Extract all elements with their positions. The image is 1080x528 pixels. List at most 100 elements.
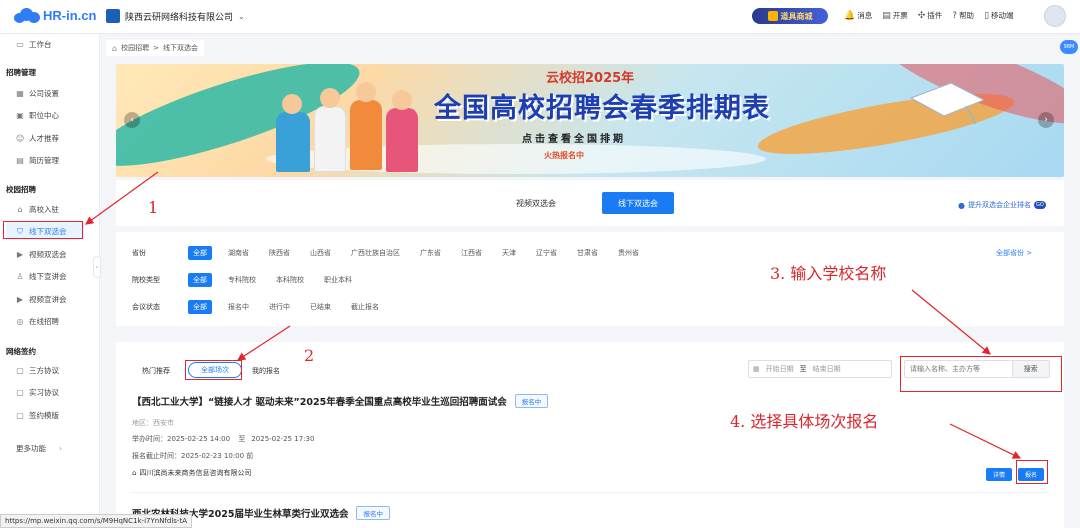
resume-icon: ▤ xyxy=(16,156,24,165)
divider xyxy=(132,492,1048,493)
all-provinces-link[interactable]: 全部省份 > xyxy=(996,248,1032,258)
building-icon: ▦ xyxy=(16,88,24,98)
top-link-3[interactable]: ? 帮助 xyxy=(952,10,974,21)
sidebar-group-campus: 校园招聘 xyxy=(6,185,36,194)
event-organizer: ⌂ 四川滨尚未来商务信息咨询有限公司 xyxy=(132,469,252,477)
school-type-chip-2[interactable]: 本科院校 xyxy=(272,273,308,287)
banner-prev-arrow-icon[interactable]: ‹ xyxy=(124,112,140,128)
province-chip-2[interactable]: 陕西省 xyxy=(265,246,294,260)
annotation-step-4: 4. 选择具体场次报名 xyxy=(730,412,879,431)
filter-panel: 省份 全部 湖南省 陕西省 山西省 广西壮族自治区 广东省 江西省 天津 辽宁省 甘肃省 贵州省 全… xyxy=(116,232,1064,326)
annotation-box-sidebar xyxy=(3,221,83,239)
sidebar-group-sign: 网络签约 xyxy=(6,347,36,356)
top-link-1[interactable]: ▤ 开票 xyxy=(882,10,908,21)
sidebar-group-recruit: 招聘管理 xyxy=(6,68,36,77)
school-type-chip-0[interactable]: 全部 xyxy=(188,273,212,287)
sidebar-item-group1_items-3[interactable]: ▤ 简历管理 xyxy=(16,153,59,169)
banner-title: 全国高校招聘会春季排期表 xyxy=(434,93,770,124)
breadcrumb-home[interactable]: 校园招聘 xyxy=(121,43,149,53)
province-chip-7[interactable]: 天津 xyxy=(498,246,520,260)
tab-video-fair[interactable]: 视频双选会 xyxy=(516,198,556,209)
company-name: 陕西云研网络科技有限公司 xyxy=(125,12,234,23)
province-chip-4[interactable]: 广西壮族自治区 xyxy=(347,246,404,260)
sidebar-item-group2_items-2[interactable]: ▶ 视频双选会 xyxy=(16,246,67,262)
province-chip-10[interactable]: 贵州省 xyxy=(614,246,643,260)
event-deadline: 报名截止时间：2025-02-23 10:00 前 xyxy=(132,452,254,460)
logo-text: HR-in.cn xyxy=(43,7,97,23)
sidebar-item-group1_items-2[interactable]: ☺ 人才推荐 xyxy=(16,130,59,146)
logo[interactable]: HR-in.cn xyxy=(14,7,96,23)
position-icon: ▣ xyxy=(16,111,24,120)
annotation-step-1: 1 xyxy=(148,198,159,217)
promo-banner[interactable]: 云校招2025年 全国高校招聘会春季排期表 点击查看全国排期 火热报名中 ‹ › xyxy=(116,64,1064,177)
template-icon: ▢ xyxy=(16,410,24,420)
sidebar: ▭ 工作台 招聘管理 ▦ 公司设置 ▣ 职位中心 ☺ 人才推荐 ▤ 简历管理 校园招聘 ⌂ 高校… xyxy=(0,34,100,528)
chevron-down-icon: ⌄ xyxy=(238,11,245,21)
status-url-bar: https://mp.weixin.qq.com/s/M9HqNC1k-i7Yn… xyxy=(0,514,192,528)
sidebar-collapse-handle[interactable]: ‹ xyxy=(93,256,101,278)
sidebar-item-group2_items-3[interactable]: ♙ 线下宣讲会 xyxy=(16,269,66,285)
annotation-box-search xyxy=(900,356,1062,392)
province-chip-9[interactable]: 甘肃省 xyxy=(573,246,602,260)
tab-offline-fair[interactable]: 线下双选会 xyxy=(602,192,674,214)
province-chip-8[interactable]: 辽宁省 xyxy=(532,246,561,260)
go-badge: GO xyxy=(1033,201,1046,209)
sidebar-item-group1_items-0[interactable]: ▦ 公司设置 xyxy=(16,85,59,101)
status-chip-2[interactable]: 进行中 xyxy=(265,300,294,314)
vip-badge[interactable]: 98M xyxy=(1060,40,1078,54)
mobile-icon: ▯ xyxy=(984,10,990,21)
company-switcher[interactable]: 陕西云研网络科技有限公司 ⌄ xyxy=(106,9,245,23)
plugin-icon: ✣ xyxy=(917,10,926,21)
sidebar-item-workbench[interactable]: ▭ 工作台 xyxy=(16,36,51,52)
tab-hot[interactable]: 热门推荐 xyxy=(142,366,170,376)
top-link-0[interactable]: 🔔 消息 xyxy=(844,10,872,21)
annotation-step-3: 3. 输入学校名称 xyxy=(770,264,887,283)
shop-button[interactable]: 道具商城 xyxy=(752,8,828,24)
event-title[interactable]: 【西北工业大学】“链接人才 驱动未来”2025年春季全国重点高校毕业生巡回招聘面… xyxy=(132,394,549,408)
school-type-chip-1[interactable]: 专科院校 xyxy=(224,273,260,287)
banner-next-arrow-icon[interactable]: › xyxy=(1038,112,1054,128)
date-range-picker[interactable]: ▦ 开始日期 至 结束日期 xyxy=(748,360,892,378)
check-circle-icon: ● xyxy=(958,200,965,210)
sidebar-item-group2_items-0[interactable]: ⌂ 高校入驻 xyxy=(16,201,59,217)
cloud-logo-icon xyxy=(14,7,40,23)
annotation-step-2: 2 xyxy=(304,346,315,365)
sidebar-item-group3_items-0[interactable]: ▢ 三方协议 xyxy=(16,362,59,378)
gift-icon xyxy=(767,11,778,21)
top-link-4[interactable]: ▯ 移动端 xyxy=(984,10,1013,21)
status-chip-1[interactable]: 报名中 xyxy=(224,300,253,314)
province-chip-5[interactable]: 广东省 xyxy=(416,246,445,260)
province-chip-1[interactable]: 湖南省 xyxy=(224,246,253,260)
status-badge: 报名中 xyxy=(514,394,549,408)
status-chip-4[interactable]: 截止报名 xyxy=(347,300,383,314)
status-chip-3[interactable]: 已结束 xyxy=(306,300,335,314)
status-chip-0[interactable]: 全部 xyxy=(188,300,212,314)
tab-my-signups[interactable]: 我的报名 xyxy=(252,366,280,376)
province-chip-6[interactable]: 江西省 xyxy=(457,246,486,260)
graduation-cap-icon xyxy=(909,82,986,125)
event-region: 地区：西安市 xyxy=(132,419,174,427)
online-icon: ◎ xyxy=(16,317,24,326)
home-icon: ⌂ xyxy=(132,469,137,477)
bell-icon: 🔔 xyxy=(844,10,856,21)
province-chip-3[interactable]: 山西省 xyxy=(306,246,335,260)
school-type-chip-3[interactable]: 职业本科 xyxy=(320,273,356,287)
filter-row-province: 省份 全部 湖南省 陕西省 山西省 广西壮族自治区 广东省 江西省 天津 辽宁省 甘肃省 贵州省 xyxy=(132,246,655,260)
sidebar-item-group3_items-1[interactable]: ▢ 实习协议 xyxy=(16,385,59,401)
rank-boost-link[interactable]: ● 提升双选会企业排名 GO xyxy=(958,200,1046,210)
sidebar-item-group2_items-4[interactable]: ▶ 视频宣讲会 xyxy=(16,291,67,307)
internship-icon: ▢ xyxy=(16,388,24,397)
filter-row-school-type: 院校类型 全部 专科院校 本科院校 职业本科 xyxy=(132,273,368,287)
avatar[interactable] xyxy=(1044,5,1066,27)
session-type-tabs: 视频双选会 线下双选会 ● 提升双选会企业排名 GO xyxy=(116,180,1064,226)
sidebar-item-group1_items-1[interactable]: ▣ 职位中心 xyxy=(16,108,59,124)
school-icon: ⌂ xyxy=(17,204,23,214)
sidebar-item-group3_items-2[interactable]: ▢ 签约模版 xyxy=(16,407,59,423)
province-chip-0[interactable]: 全部 xyxy=(188,246,212,260)
event-time: 举办时间：2025-02-25 14:00 至 2025-02-25 17:30 xyxy=(132,435,315,443)
shop-label: 道具商城 xyxy=(780,11,813,21)
sidebar-item-group2_items-5[interactable]: ◎ 在线招聘 xyxy=(16,314,60,330)
detail-button[interactable]: 详情 xyxy=(986,468,1012,481)
top-link-2[interactable]: ✣ 插件 xyxy=(918,10,943,21)
sidebar-item-more[interactable]: 更多功能 › xyxy=(16,440,62,456)
